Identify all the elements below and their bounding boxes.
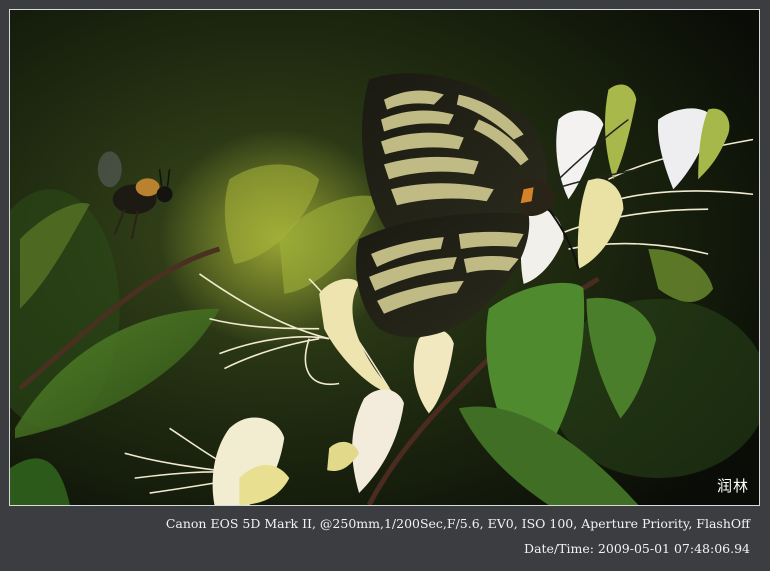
photo-frame: 润林 Canon EOS 5D Mark II, @250mm,1/200Sec… xyxy=(0,0,770,571)
exif-datetime: Date/Time: 2009-05-01 07:48:06.94 xyxy=(524,541,750,556)
exif-camera-settings: Canon EOS 5D Mark II, @250mm,1/200Sec,F/… xyxy=(165,516,750,531)
watermark-signature: 润林 xyxy=(716,477,749,495)
photograph: 润林 xyxy=(9,9,760,506)
photo-illustration xyxy=(10,10,759,505)
